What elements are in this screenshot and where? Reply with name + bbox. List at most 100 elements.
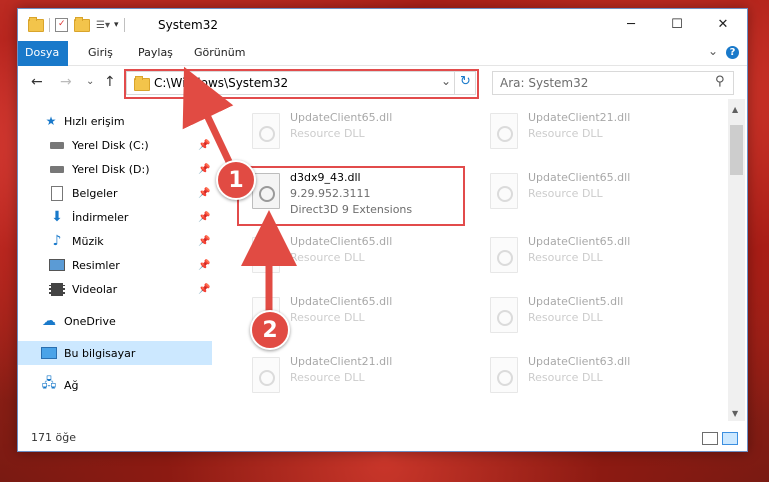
title-bar: ✓ ☰▾ ▾ System32 ─ ☐ ✕	[18, 9, 747, 41]
list-item[interactable]: UpdateClient65.dll Resource DLL	[238, 231, 458, 281]
file-name: UpdateClient65.dll	[290, 295, 393, 308]
pin-icon[interactable]: 📌	[198, 260, 210, 271]
scroll-down-icon[interactable]: ▼	[732, 409, 738, 418]
drive-icon	[49, 162, 65, 176]
sidebar-item-label: Bu bilgisayar	[64, 346, 136, 360]
properties-icon[interactable]: ✓	[55, 18, 68, 32]
back-button[interactable]: ←	[31, 74, 43, 90]
file-type: Resource DLL	[290, 127, 365, 140]
close-button[interactable]: ✕	[700, 9, 746, 40]
step-badge-1: 1	[216, 160, 256, 200]
file-type: Resource DLL	[528, 187, 603, 200]
search-input[interactable]: Ara: System32	[500, 76, 588, 90]
file-type: Resource DLL	[290, 311, 365, 324]
list-item[interactable]: UpdateClient65.dll Resource DLL	[238, 107, 458, 157]
file-name: UpdateClient21.dll	[528, 111, 631, 124]
toolbar-separator	[49, 18, 50, 32]
pin-icon[interactable]: 📌	[198, 188, 210, 199]
search-icon[interactable]: ⚲	[715, 74, 725, 89]
pin-icon[interactable]: 📌	[198, 164, 210, 175]
quick-access-toolbar: ✓ ☰▾ ▾	[28, 16, 130, 34]
help-icon[interactable]: ?	[726, 46, 739, 59]
sidebar-item-label: Ağ	[64, 378, 79, 392]
details-view-icon[interactable]	[702, 432, 718, 445]
file-type: Resource DLL	[528, 311, 603, 324]
tab-share[interactable]: Paylaş	[128, 41, 183, 65]
sidebar-item-label: Belgeler	[72, 186, 118, 200]
file-name: UpdateClient65.dll	[290, 235, 393, 248]
list-item[interactable]: UpdateClient65.dll Resource DLL	[476, 167, 696, 217]
computer-icon	[41, 346, 57, 360]
file-name: UpdateClient5.dll	[528, 295, 624, 308]
tiles-view-icon[interactable]	[722, 432, 738, 445]
new-folder-icon[interactable]	[74, 16, 90, 32]
list-item[interactable]: UpdateClient21.dll Resource DLL	[476, 107, 696, 157]
sidebar-item-onedrive[interactable]: ☁ OneDrive	[18, 309, 214, 333]
file-name: UpdateClient65.dll	[528, 235, 631, 248]
pin-icon[interactable]: 📌	[198, 236, 210, 247]
pin-icon[interactable]: 📌	[198, 140, 210, 151]
maximize-button[interactable]: ☐	[654, 9, 700, 40]
scroll-up-icon[interactable]: ▲	[732, 105, 738, 114]
folder-icon	[28, 16, 44, 32]
scroll-thumb[interactable]	[730, 125, 743, 175]
file-type: Resource DLL	[290, 251, 365, 264]
dll-file-icon	[490, 173, 518, 209]
video-icon	[49, 282, 65, 296]
sidebar-item-network[interactable]: 🖧 Ağ	[18, 373, 214, 397]
recent-locations-button[interactable]: ⌄	[86, 76, 94, 87]
file-name: UpdateClient65.dll	[528, 171, 631, 184]
sidebar-item-label: Yerel Disk (C:)	[72, 138, 149, 152]
file-name: UpdateClient63.dll	[528, 355, 631, 368]
up-button[interactable]: ↑	[104, 74, 116, 90]
ribbon-expand-icon[interactable]: ⌄	[708, 44, 718, 58]
close-icon: ✕	[717, 17, 729, 32]
step-badge-2: 2	[250, 310, 290, 350]
list-item[interactable]: UpdateClient65.dll Resource DLL	[476, 231, 696, 281]
window-title: System32	[158, 18, 219, 32]
list-item[interactable]: UpdateClient21.dll Resource DLL	[238, 351, 458, 401]
address-bar-highlight	[124, 69, 479, 99]
item-count: 171 öğe	[31, 431, 76, 444]
dll-file-icon	[490, 297, 518, 333]
dll-file-icon	[252, 357, 280, 393]
sidebar-item-drive-c[interactable]: Yerel Disk (C:) 📌	[18, 133, 214, 157]
network-icon: 🖧	[41, 376, 57, 391]
search-box[interactable]: Ara: System32 ⚲	[492, 71, 734, 95]
minimize-icon: ─	[627, 17, 635, 32]
pin-icon[interactable]: 📌	[198, 212, 210, 223]
sidebar-item-label: Müzik	[72, 234, 104, 248]
sidebar-item-videos[interactable]: Videolar 📌	[18, 277, 214, 301]
sidebar-item-label: İndirmeler	[72, 210, 129, 224]
sidebar-item-this-pc[interactable]: Bu bilgisayar	[18, 341, 212, 365]
star-icon: ★	[45, 114, 57, 128]
sidebar-item-label: Resimler	[72, 258, 120, 272]
pin-icon[interactable]: 📌	[198, 284, 210, 295]
status-bar: 171 öğe	[18, 427, 747, 449]
sidebar-item-drive-d[interactable]: Yerel Disk (D:) 📌	[18, 157, 214, 181]
sidebar-item-quick-access[interactable]: ★ Hızlı erişim	[18, 109, 214, 133]
forward-button[interactable]: →	[60, 74, 72, 90]
quick-access-dropdown-icon[interactable]: ▾	[114, 20, 119, 30]
minimize-button[interactable]: ─	[608, 9, 654, 40]
list-item[interactable]: UpdateClient63.dll Resource DLL	[476, 351, 696, 401]
sidebar-item-music[interactable]: ♪ Müzik 📌	[18, 229, 214, 253]
maximize-icon: ☐	[671, 17, 683, 32]
sidebar-item-pictures[interactable]: Resimler 📌	[18, 253, 214, 277]
sidebar-item-documents[interactable]: Belgeler 📌	[18, 181, 214, 205]
cloud-icon: ☁	[42, 313, 56, 329]
sidebar-item-label: OneDrive	[64, 314, 116, 328]
dll-file-icon	[252, 237, 280, 273]
vertical-scrollbar[interactable]: ▲ ▼	[728, 99, 745, 421]
dll-file-icon	[490, 357, 518, 393]
sidebar-item-downloads[interactable]: ⬇ İndirmeler 📌	[18, 205, 214, 229]
dll-file-icon	[252, 113, 280, 149]
list-item[interactable]: UpdateClient5.dll Resource DLL	[476, 291, 696, 341]
dll-file-icon	[490, 237, 518, 273]
tab-view[interactable]: Görünüm	[184, 41, 255, 65]
file-name: UpdateClient65.dll	[290, 111, 393, 124]
music-icon: ♪	[52, 233, 62, 249]
customize-icon[interactable]: ☰▾	[96, 20, 110, 31]
tab-home[interactable]: Giriş	[78, 41, 123, 65]
sidebar-item-label: Videolar	[72, 282, 118, 296]
